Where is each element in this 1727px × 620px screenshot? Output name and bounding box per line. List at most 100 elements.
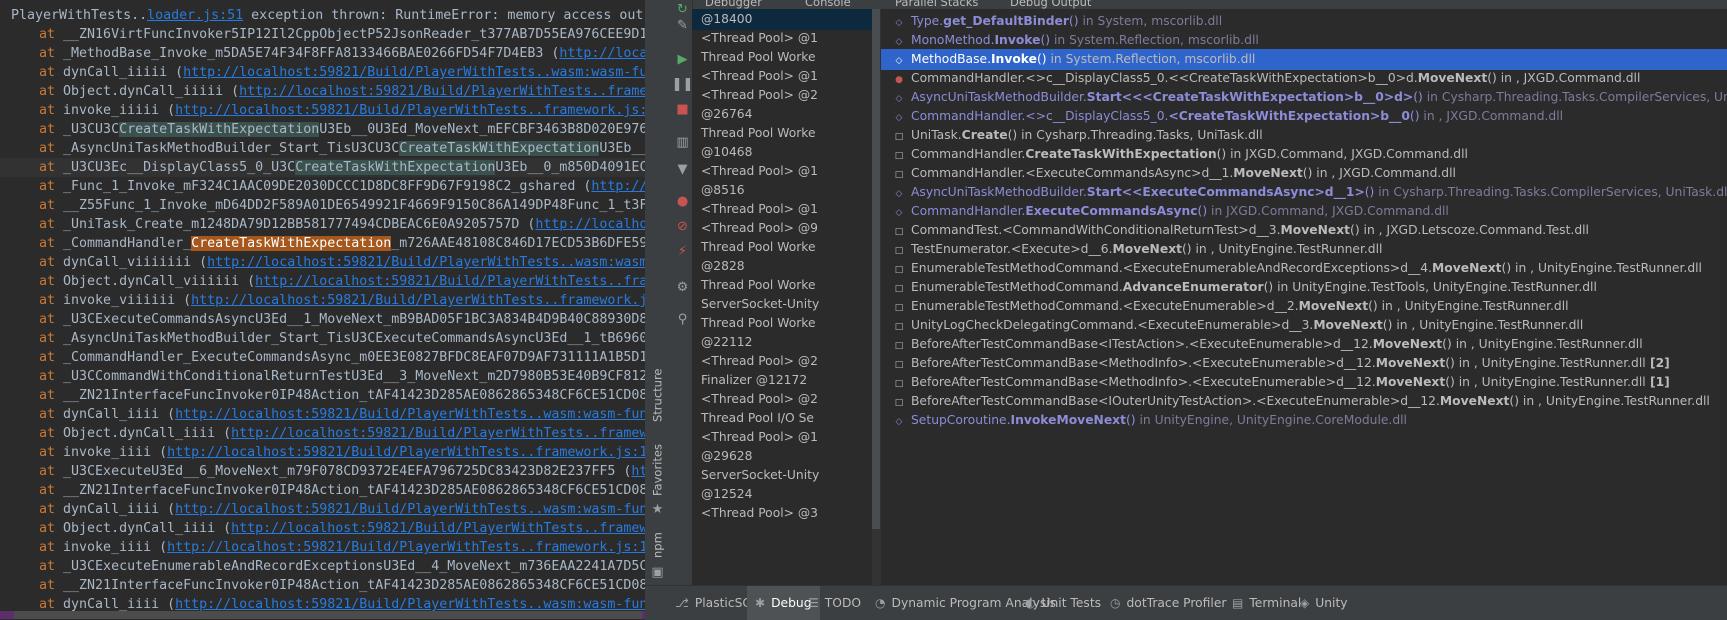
stop-icon[interactable]: ■ [673, 100, 692, 119]
exception-breakpoint-icon[interactable]: ⚡ [673, 242, 692, 261]
log-link[interactable]: http://localhost:59821/Build/PlayerWithT… [231, 426, 645, 441]
stack-frame[interactable]: □ CommandTest.<CommandWithConditionalRetu… [881, 220, 1727, 241]
log-link[interactable]: http://localhost:59821/Build/PlayerWithT… [191, 293, 645, 308]
stack-frame[interactable]: □ BeforeAfterTestCommandBase<MethodInfo>.… [881, 353, 1727, 374]
thread-item[interactable]: @26764 [692, 104, 880, 125]
log-link[interactable]: http://localhost:59821/Build/PlayerWithT… [175, 502, 645, 517]
stack-frame[interactable]: ◇ CommandHandler.<>c__DisplayClass5_0.<Cr… [881, 106, 1727, 127]
thread-item[interactable]: <Thread Pool> @1 [692, 66, 880, 87]
layout-icon[interactable]: ▥ [673, 133, 692, 152]
stack-frame[interactable]: □ EnumerableTestMethodCommand.<ExecuteEnu… [881, 296, 1727, 317]
log-line[interactable]: at _U3CU3CCreateTaskWithExpectationU3Eb_… [0, 120, 645, 139]
log-link[interactable]: http://localhost:59821/Build/PlayerWithT… [175, 597, 645, 612]
log-line[interactable]: at invoke_viiiiii (http://localhost:5982… [0, 291, 645, 310]
log-line[interactable]: at dynCall_iiii (http://localhost:59821/… [0, 405, 645, 424]
tab-parallel-stacks[interactable]: Parallel Stacks [895, 0, 978, 9]
log-link[interactable]: http://loc [591, 179, 645, 194]
stack-frame[interactable]: ◇ MethodBase.Invoke() in System.Reflectio… [881, 49, 1727, 70]
log-link[interactable]: http://localh [559, 46, 645, 61]
bottom-tab-unit-tests[interactable]: ◐ Unit Tests [1017, 586, 1109, 620]
thread-item[interactable]: <Thread Pool> @2 [692, 85, 880, 106]
call-stack-frames[interactable]: ◇ Type.get_DefaultBinder() in System, msc… [881, 9, 1727, 585]
log-link[interactable]: http://localhost:59821/Build/PlayerWithT… [175, 103, 645, 118]
log-line[interactable]: at __Z55Func_1_Invoke_mD64DD2F589A01DE65… [0, 196, 645, 215]
console-log[interactable]: PlayerWithTests..loader.js:51 exception … [0, 0, 645, 619]
thread-item[interactable]: Thread Pool Worke [692, 313, 880, 334]
thread-item[interactable]: Finalizer @12172 [692, 370, 880, 391]
thread-item[interactable]: Thread Pool I/O Se [692, 408, 880, 429]
stack-frame[interactable]: □ EnumerableTestMethodCommand.AdvanceEnum… [881, 277, 1727, 298]
thread-item[interactable]: <Thread Pool> @1 [692, 28, 880, 49]
stack-frame[interactable]: ● CommandHandler.<>c__DisplayClass5_0.<<C… [881, 68, 1727, 89]
bottom-tab-unity[interactable]: ◈ Unity [1292, 586, 1356, 620]
stack-frame[interactable]: □ CommandHandler.CreateTaskWithExpectatio… [881, 144, 1727, 165]
thread-item[interactable]: <Thread Pool> @2 [692, 389, 880, 410]
log-line[interactable]: at Object.dynCall_viiiiii (http://localh… [0, 272, 645, 291]
stack-frame[interactable]: ◇ MonoMethod.Invoke() in System.Reflectio… [881, 30, 1727, 51]
stack-frame[interactable]: ◇ SetupCoroutine.InvokeMoveNext() in Unit… [881, 410, 1727, 431]
log-link[interactable]: http://localhost:59821/Build/PlayerWithT… [175, 407, 645, 422]
log-line[interactable]: at _U3CExecuteCommandsAsyncU3Ed__1_MoveN… [0, 310, 645, 329]
stack-frame[interactable]: ◇ CommandHandler.ExecuteCommandsAsync() i… [881, 201, 1727, 222]
thread-item[interactable]: <Thread Pool> @1 [692, 161, 880, 182]
thread-item[interactable]: <Thread Pool> @2 [692, 351, 880, 372]
log-line[interactable]: at invoke_iiiii (http://localhost:59821/… [0, 101, 645, 120]
log-line[interactable]: at _U3CExecuteEnumerableAndRecordExcepti… [0, 557, 645, 576]
log-line[interactable]: at __ZN21InterfaceFuncInvoker0IP48Action… [0, 386, 645, 405]
thread-item[interactable]: <Thread Pool> @1 [692, 199, 880, 220]
log-line[interactable]: at Object.dynCall_iiii (http://localhost… [0, 519, 645, 538]
thread-item[interactable]: @12524 [692, 484, 880, 505]
bottom-tab-dottrace-profiler[interactable]: ◷ dotTrace Profiler [1102, 586, 1234, 620]
stack-frame[interactable]: □ BeforeAfterTestCommandBase<ITestAction>… [881, 334, 1727, 355]
star-icon[interactable]: ★ [648, 500, 667, 519]
pin-icon[interactable]: ⚲ [673, 310, 692, 329]
thread-item[interactable]: Thread Pool Worke [692, 275, 880, 296]
thread-item[interactable]: ServerSocket-Unity [692, 465, 880, 486]
tab-console[interactable]: Console [805, 0, 851, 9]
log-line[interactable]: at _U3CCommandWithConditionalReturnTestU… [0, 367, 645, 386]
log-line[interactable]: at invoke_iiii (http://localhost:59821/B… [0, 538, 645, 557]
log-line[interactable]: at _U3CU3Ec__DisplayClass5_0_U3CCreateTa… [0, 158, 645, 177]
wrench-icon[interactable]: ✎ [673, 16, 692, 35]
tab-debug-output[interactable]: Debug Output [1010, 0, 1091, 9]
npm-icon[interactable]: ▣ [648, 563, 667, 582]
stack-frame[interactable]: □ BeforeAfterTestCommandBase<IOuterUnityT… [881, 391, 1727, 412]
log-line[interactable]: at __ZN16VirtFuncInvoker5IP12Il2CppObjec… [0, 25, 645, 44]
log-line[interactable]: at Object.dynCall_iiiii (http://localhos… [0, 82, 645, 101]
filter-icon[interactable]: ▼ [673, 160, 692, 179]
gear-icon[interactable]: ⚙ [673, 278, 692, 297]
thread-item[interactable]: Thread Pool Worke [692, 123, 880, 144]
thread-item[interactable]: @8516 [692, 180, 880, 201]
thread-item[interactable]: <Thread Pool> @3 [692, 503, 880, 524]
threads-list[interactable]: <Thread Pool> @3 @12524 ServerSocket-Unity… [692, 9, 881, 585]
log-line[interactable]: at dynCall_viiiiiii (http://localhost:59… [0, 253, 645, 272]
log-link[interactable]: http://localhost:59821/Build/PlayerWithT… [167, 445, 645, 460]
log-line[interactable]: at _CommandHandler_CreateTaskWithExpecta… [0, 234, 645, 253]
thread-item[interactable]: @18400 [692, 9, 880, 30]
scrollbar-thumb[interactable] [14, 611, 642, 619]
log-link[interactable]: http [631, 464, 645, 479]
tab-debugger[interactable]: Debugger [705, 0, 762, 9]
thread-item[interactable]: @29628 [692, 446, 880, 467]
log-line[interactable]: at __ZN21InterfaceFuncInvoker0IP48Action… [0, 481, 645, 500]
mute-breakpoints-icon[interactable]: ⊘ [673, 217, 692, 236]
side-tab-structure[interactable]: Structure [646, 360, 669, 430]
stack-frame[interactable]: ◇ Type.get_DefaultBinder() in System, msc… [881, 11, 1727, 32]
stack-frame[interactable]: ◇ AsyncUniTaskMethodBuilder.Start<<Execut… [881, 182, 1727, 203]
log-line[interactable]: at _U3CExecuteU3Ed__6_MoveNext_m79F078CD… [0, 462, 645, 481]
log-line[interactable]: at _CommandHandler_ExecuteCommandsAsync_… [0, 348, 645, 367]
thread-item[interactable]: Thread Pool Worke [692, 237, 880, 258]
console-horizontal-scrollbar[interactable] [0, 611, 645, 619]
side-tab-favorites[interactable]: Favorites [646, 440, 669, 500]
log-link[interactable]: http://localhost:59821/Build/PlayerWithT… [167, 540, 645, 555]
thread-item[interactable]: ServerSocket-Unity [692, 294, 880, 315]
log-link[interactable]: http://localhost:59821/Build/PlayerWithT… [183, 65, 645, 80]
pause-icon[interactable]: ❚❚ [672, 75, 694, 94]
stack-frame[interactable]: □ EnumerableTestMethodCommand.<ExecuteEnu… [881, 258, 1727, 279]
log-link[interactable]: http://localhost:59821/Build/PlayerWithT… [207, 255, 645, 270]
log-line[interactable]: PlayerWithTests..loader.js:51 exception … [0, 6, 645, 25]
stack-frame[interactable]: □ TestEnumerator.<Execute>d__6.MoveNext()… [881, 239, 1727, 260]
log-link[interactable]: loader.js:51 [147, 8, 243, 23]
thread-item[interactable]: @10468 [692, 142, 880, 163]
log-line[interactable]: at _AsyncUniTaskMethodBuilder_Start_TisU… [0, 329, 645, 348]
